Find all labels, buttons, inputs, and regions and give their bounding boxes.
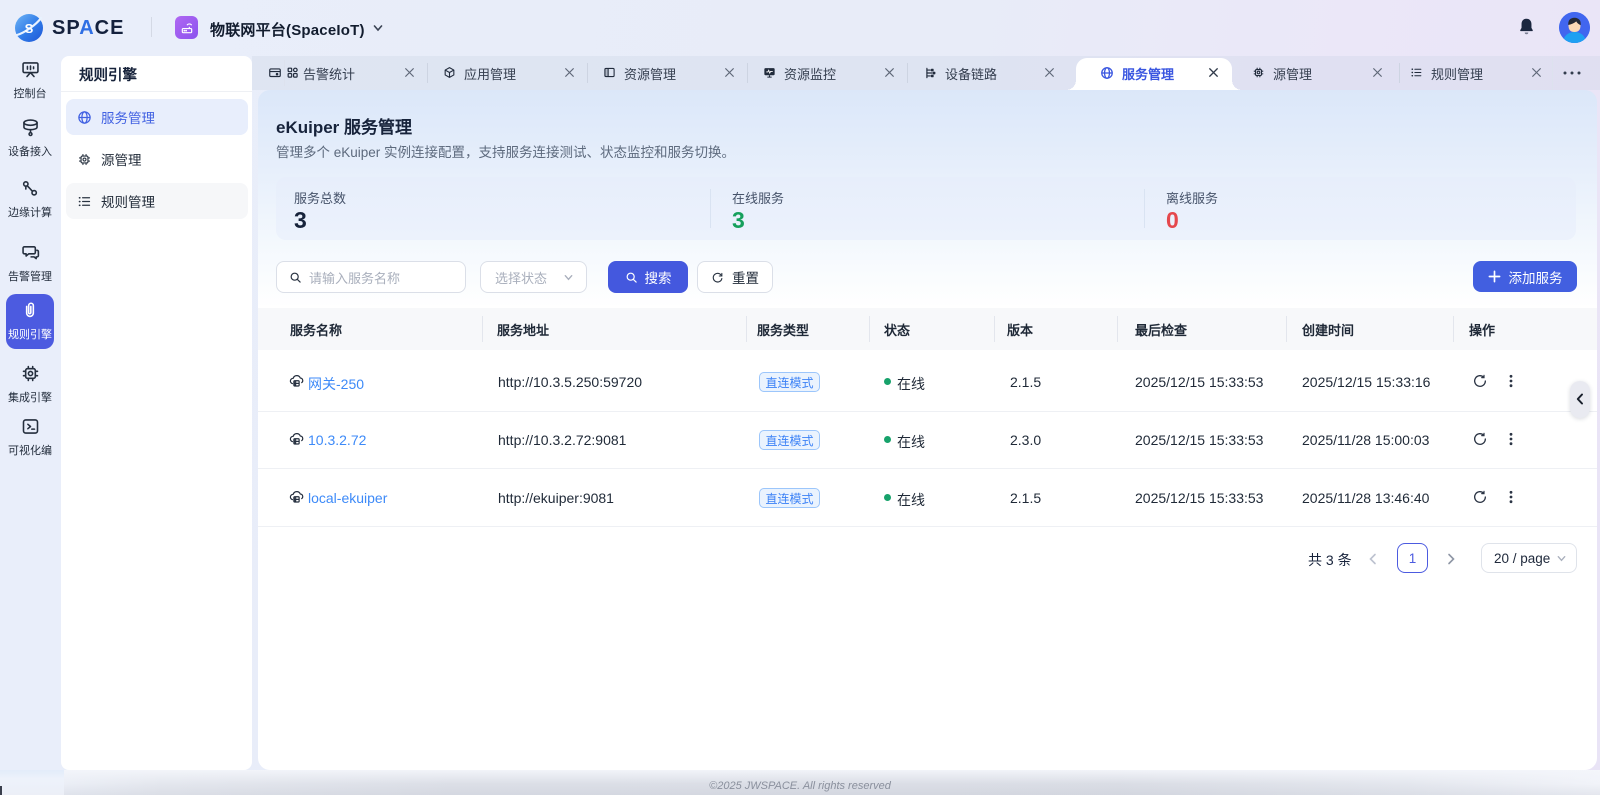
svg-text:S: S bbox=[25, 21, 34, 36]
